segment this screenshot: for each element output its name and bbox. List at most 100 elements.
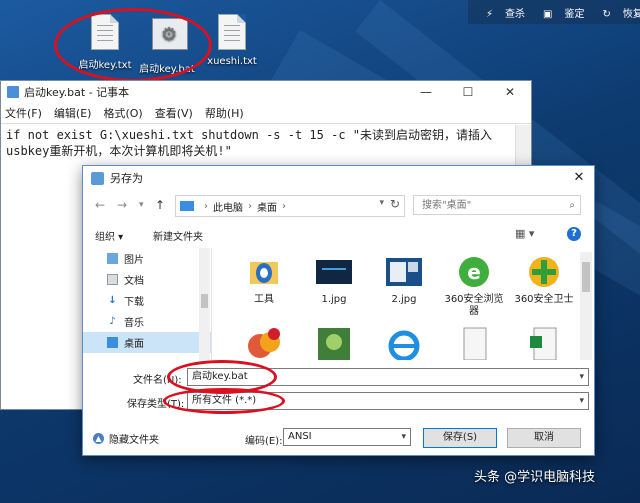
documents-icon (107, 274, 118, 285)
file-item-label: 工具 (254, 294, 274, 305)
dialog-commandbar: 组织 ▾ 新建文件夹 ▦ ▾ ? (83, 224, 594, 246)
sidebar-item-desktop[interactable]: 桌面 (83, 332, 211, 353)
organize-button[interactable]: 组织 ▾ (95, 228, 123, 243)
sidebar-item-downloads[interactable]: ↓ 下载 (83, 290, 211, 311)
nav-pane: 图片 文档 ↓ 下载 ♪ 音乐 桌面 (83, 248, 212, 360)
breadcrumb-desktop[interactable]: 桌面 (257, 199, 277, 214)
svg-text:e: e (467, 260, 481, 284)
save-button[interactable]: 保存(S) (423, 428, 497, 448)
computer-icon (180, 201, 194, 211)
save-dialog-icon (91, 171, 104, 185)
hide-folders-label: 隐藏文件夹 (109, 435, 159, 446)
dialog-close-button[interactable]: ✕ (568, 168, 590, 188)
menu-view[interactable]: 查看(V) (155, 105, 193, 121)
refresh-icon[interactable]: ↻ (390, 197, 400, 211)
encoding-value: ANSI (288, 431, 312, 442)
search-input[interactable]: 搜索"桌面" ⌕ (413, 195, 581, 215)
file-grid-scrollbar[interactable] (580, 252, 592, 360)
help-icon[interactable]: ? (567, 227, 581, 241)
sidebar-item-documents[interactable]: 文档 (83, 269, 211, 290)
file-item-row2-3[interactable] (371, 326, 437, 360)
file-item-label: 360安全浏览器 (444, 294, 504, 317)
address-bar[interactable]: › 此电脑 › 桌面 › ▾ ↻ (175, 195, 405, 217)
chevron-down-icon[interactable]: ▾ (379, 198, 384, 208)
chevron-up-icon: ▲ (93, 433, 104, 444)
file-item-row2-2[interactable] (301, 326, 367, 360)
browser-360-icon: e (454, 254, 494, 290)
chevron-down-icon[interactable]: ▾ (579, 369, 584, 385)
nav-pane-scrollbar[interactable] (199, 248, 210, 360)
desktop-icon-label: xueshi.txt (207, 56, 257, 67)
cancel-button[interactable]: 取消 (507, 428, 581, 448)
document-icon (454, 326, 494, 360)
sidebar-item-label: 文档 (124, 276, 144, 287)
file-item-row2-5[interactable] (511, 326, 577, 360)
internet-explorer-icon (384, 326, 424, 360)
image-thumbnail-icon (314, 326, 354, 360)
maximize-button[interactable]: ☐ (447, 81, 489, 103)
file-item-360-guard[interactable]: 360安全卫士 (511, 254, 577, 306)
encoding-label: 编码(E): (245, 436, 283, 447)
chevron-down-icon[interactable]: ▾ (401, 429, 406, 445)
toolbar-restore[interactable]: ↻ 恢复 (593, 5, 640, 20)
watermark: 头条 @学识电脑科技 (474, 470, 596, 485)
menu-format[interactable]: 格式(O) (103, 105, 142, 121)
menu-help[interactable]: 帮助(H) (205, 105, 244, 121)
identify-icon: ▣ (543, 8, 553, 20)
chevron-right-icon: › (204, 200, 208, 212)
highlight-ring-savetype (163, 388, 285, 414)
notepad-text-area[interactable]: if not exist G:\xueshi.txt shutdown -s -… (1, 124, 511, 162)
toolbar-scan[interactable]: ⚡ 查杀 (477, 5, 525, 20)
music-icon: ♪ (109, 316, 116, 327)
chevron-right-icon: › (248, 200, 252, 212)
app-icon (244, 326, 284, 360)
file-item-row2-4[interactable] (441, 326, 507, 360)
highlight-ring-icons (54, 8, 212, 82)
pictures-icon (107, 253, 118, 264)
toolbar-identify[interactable]: ▣ 鉴定 (534, 5, 584, 20)
history-dropdown-icon[interactable]: ▾ (139, 200, 144, 210)
close-button[interactable]: ✕ (489, 81, 531, 103)
sidebar-item-label: 图片 (124, 255, 144, 266)
file-item-label: 2.jpg (391, 294, 417, 305)
notepad-icon (7, 86, 19, 98)
encoding-select[interactable]: ANSI ▾ (283, 428, 411, 446)
search-icon: ⌕ (569, 200, 575, 211)
back-arrow-icon[interactable]: ← (95, 198, 105, 212)
minimize-button[interactable]: — (405, 81, 447, 103)
notepad-title: 启动key.bat - 记事本 (24, 86, 130, 99)
file-grid: 工具 1.jpg 2.jpg e 360安全浏览器 360安全卫士 (231, 254, 579, 360)
hide-folders-toggle[interactable]: ▲ 隐藏文件夹 (93, 431, 159, 446)
sidebar-item-label: 音乐 (124, 318, 144, 329)
view-options-icon[interactable]: ▦ ▾ (515, 227, 534, 240)
downloads-icon: ↓ (108, 295, 117, 306)
menu-edit[interactable]: 编辑(E) (54, 105, 92, 121)
dialog-navbar: ← → ▾ ↑ › 此电脑 › 桌面 › ▾ ↻ 搜索"桌面" ⌕ (83, 192, 594, 220)
security-360-icon (524, 254, 564, 290)
chevron-right-icon: › (282, 200, 286, 212)
menu-file[interactable]: 文件(F) (5, 105, 42, 121)
text-file-icon (217, 14, 247, 52)
breadcrumb-this-pc[interactable]: 此电脑 (213, 199, 243, 214)
new-folder-button[interactable]: 新建文件夹 (153, 228, 203, 243)
dialog-titlebar: 另存为 (83, 166, 594, 190)
notepad-menubar: 文件(F) 编辑(E) 格式(O) 查看(V) 帮助(H) (1, 103, 531, 124)
forward-arrow-icon[interactable]: → (117, 198, 127, 212)
sidebar-item-label: 下载 (124, 297, 144, 308)
lightning-icon: ⚡ (486, 8, 494, 20)
sidebar-item-music[interactable]: ♪ 音乐 (83, 311, 211, 332)
file-item-row2-1[interactable] (231, 326, 297, 360)
file-item-360-browser[interactable]: e 360安全浏览器 (441, 254, 507, 318)
folder-icon (244, 254, 284, 290)
file-item-1-jpg[interactable]: 1.jpg (301, 254, 367, 306)
chevron-down-icon[interactable]: ▾ (579, 393, 584, 409)
image-thumbnail-icon (384, 254, 424, 290)
up-arrow-icon[interactable]: ↑ (155, 198, 165, 212)
file-item-2-jpg[interactable]: 2.jpg (371, 254, 437, 306)
search-placeholder: 搜索"桌面" (422, 200, 472, 211)
window-controls: — ☐ ✕ (405, 81, 531, 103)
sidebar-item-pictures[interactable]: 图片 (83, 248, 211, 269)
file-item-tools[interactable]: 工具 (231, 254, 297, 306)
file-item-label: 1.jpg (321, 294, 347, 305)
image-thumbnail-icon (314, 254, 354, 290)
